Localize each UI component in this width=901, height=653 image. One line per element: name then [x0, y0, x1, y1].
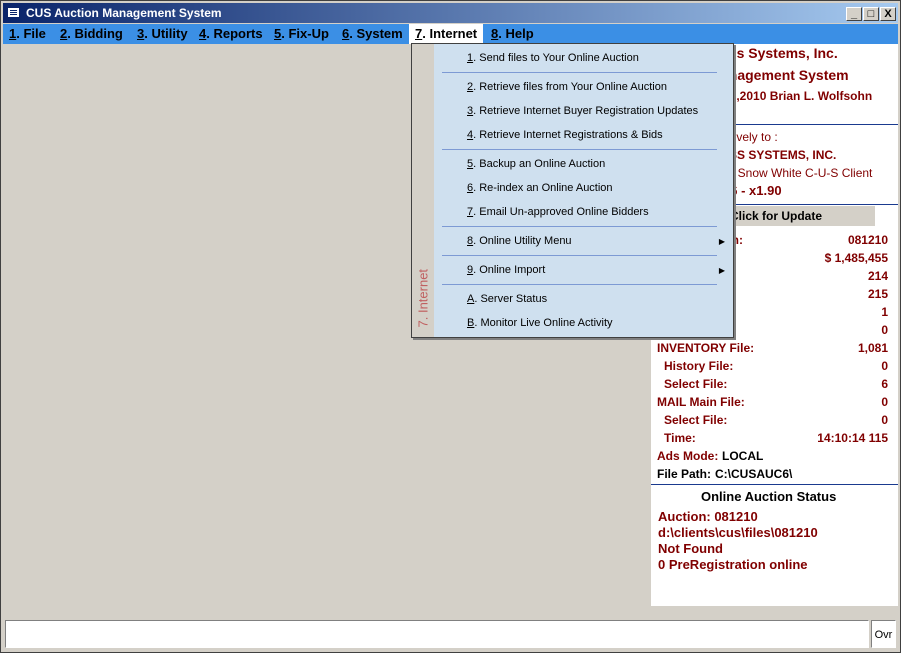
menu-bar: 1. File 2. Bidding 3. Utility 4. Reports… [3, 24, 898, 44]
menu-file[interactable]: 1. File [9, 26, 46, 41]
maximize-button[interactable]: □ [863, 7, 879, 21]
company-name: ess Systems, Inc. [721, 45, 838, 61]
menu-utility[interactable]: 3. Utility [137, 26, 188, 41]
select-file-label: Select File: [664, 377, 728, 391]
menu-help[interactable]: 8. Help [491, 26, 534, 41]
menu-item-retrieve-buyer-registration[interactable]: 3. Retrieve Internet Buyer Registration … [467, 105, 698, 117]
history-file-label: History File: [664, 359, 734, 373]
submenu-arrow-icon: ▶ [718, 266, 725, 275]
overwrite-mode-indicator: Ovr [871, 620, 896, 648]
mail-select-file-value: 0 [881, 413, 888, 427]
close-button[interactable]: X [880, 7, 896, 21]
stat-value: 215 [867, 287, 888, 301]
licensee-detail: on Snow White C-U-S Client [721, 166, 873, 180]
menu-item-online-utility-menu[interactable]: 8. Online Utility Menu [467, 235, 572, 247]
online-prereg-count: 0 PreRegistration online [658, 557, 808, 572]
auction-value: 081210 [847, 233, 888, 247]
file-path-value: C:\CUSAUC6\ [715, 467, 793, 481]
menu-item-email-unapproved-bidders[interactable]: 7. Email Un-approved Online Bidders [467, 206, 649, 218]
copyright-text: 35,2010 Brian L. Wolfsohn [723, 89, 873, 103]
total-value: $ 1,485,455 [824, 251, 888, 265]
status-bar: Ovr [3, 618, 898, 650]
title-bar[interactable]: CUS Auction Management System _ □ X [3, 3, 898, 23]
licensee-name: ESS SYSTEMS, INC. [721, 148, 837, 162]
stat-value: 1 [881, 305, 888, 319]
menu-item-reindex-auction[interactable]: 6. Re-index an Online Auction [467, 182, 613, 194]
ads-mode-value: LOCAL [722, 449, 764, 463]
menu-item-backup-auction[interactable]: 5. Backup an Online Auction [467, 158, 605, 170]
online-auction-path: d:\clients\cus\files\081210 [658, 525, 818, 540]
menu-separator [442, 255, 717, 256]
internet-menu-dropdown: 7. Internet 1. Send files to Your Online… [411, 43, 734, 338]
ads-mode-label: Ads Mode: [657, 449, 719, 463]
inventory-file-value: 1,081 [857, 341, 888, 355]
menu-separator [442, 72, 717, 73]
menu-separator [442, 226, 717, 227]
menu-bidding[interactable]: 2. Bidding [60, 26, 123, 41]
menu-system[interactable]: 6. System [342, 26, 403, 41]
menu-reports[interactable]: 4. Reports [199, 26, 263, 41]
select-file-value: 6 [881, 377, 888, 391]
mail-main-file-value: 0 [881, 395, 888, 409]
stat-value: 214 [867, 269, 888, 283]
minimize-button[interactable]: _ [846, 7, 862, 21]
menu-side-banner: 7. Internet [412, 44, 434, 337]
main-window: CUS Auction Management System _ □ X 1. F… [0, 0, 901, 653]
inventory-file-label: INVENTORY File: [657, 341, 755, 355]
menu-item-send-files[interactable]: 1. Send files to Your Online Auction [467, 52, 639, 64]
submenu-arrow-icon: ▶ [718, 237, 725, 246]
online-auction-id: Auction: 081210 [658, 509, 758, 524]
menu-item-online-import[interactable]: 9. Online Import [467, 264, 545, 276]
time-label: Time: [664, 431, 696, 445]
menu-fixup[interactable]: 5. Fix-Up [274, 26, 329, 41]
mail-main-file-label: MAIL Main File: [657, 395, 745, 409]
product-name: anagement System [721, 67, 849, 83]
menu-separator [442, 149, 717, 150]
menu-item-retrieve-files[interactable]: 2. Retrieve files from Your Online Aucti… [467, 81, 667, 93]
mail-select-file-label: Select File: [664, 413, 728, 427]
menu-item-server-status[interactable]: A. Server Status [467, 293, 547, 305]
file-path-label: File Path: [657, 467, 712, 481]
online-status-title: Online Auction Status [701, 489, 837, 504]
status-message-field [5, 620, 869, 648]
menu-item-retrieve-registrations-bids[interactable]: 4. Retrieve Internet Registrations & Bid… [467, 129, 663, 141]
divider [651, 484, 898, 485]
time-value: 14:10:14 115 [817, 431, 888, 445]
online-found-status: Not Found [658, 541, 723, 556]
menu-side-label: 7. Internet [415, 268, 431, 328]
menu-internet[interactable]: 7. Internet [409, 24, 484, 44]
app-icon[interactable] [7, 7, 20, 18]
window-title: CUS Auction Management System [26, 6, 222, 20]
menu-separator [442, 284, 717, 285]
stat-value: 0 [881, 323, 888, 337]
history-file-value: 0 [881, 359, 888, 373]
update-label: leClick for Update [720, 209, 823, 223]
menu-item-monitor-live-activity[interactable]: B. Monitor Live Online Activity [467, 317, 613, 329]
